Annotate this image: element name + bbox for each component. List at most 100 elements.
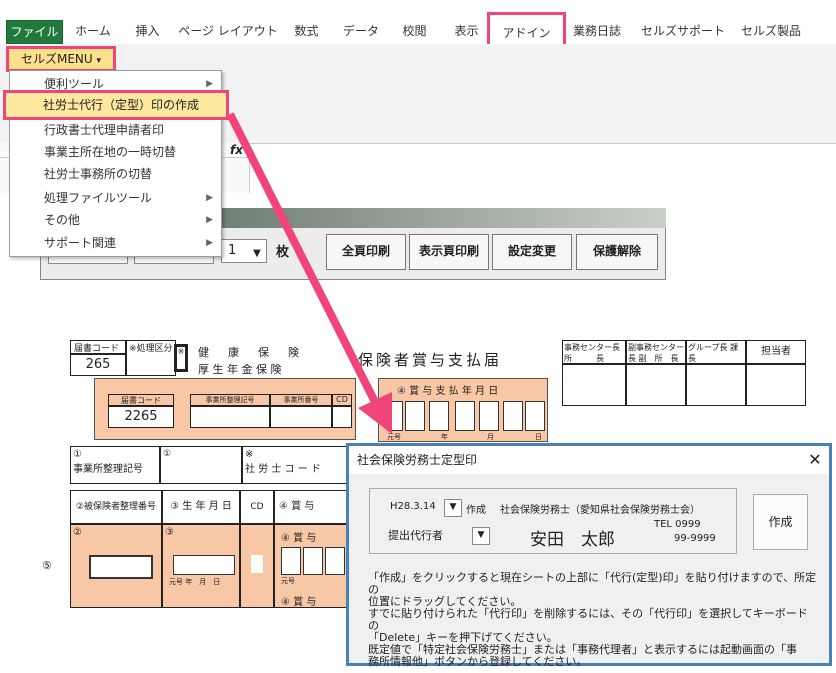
sr-code-cell: ※ 社 労 士 コ ー ド — [242, 446, 352, 484]
tab-cells-support[interactable]: セルズサポート — [636, 20, 730, 42]
tab-review[interactable]: 校閲 — [392, 20, 437, 42]
tab-page-layout[interactable]: ページ レイアウト — [178, 20, 278, 42]
birthdate-hint: 元号 年 月 日 — [169, 577, 220, 587]
menu-item-label: 事業主所在地の一時切替 — [44, 145, 177, 159]
agent-label: 提出代行者 — [388, 529, 443, 542]
menu-item-label: その他 — [44, 213, 81, 227]
ribbon-tab-bar: ファイル ホーム 挿入 ページ レイアウト 数式 データ 校閲 表示 アドイン … — [0, 0, 836, 56]
era-label: 元号 — [281, 577, 295, 585]
menu-item-gyosei[interactable]: 行政書士代理申請者印 — [10, 119, 221, 141]
menu-item-address-switch[interactable]: 事業主所在地の一時切替 — [10, 141, 221, 163]
cells-menu-button[interactable]: セルズMENU ▾ — [6, 46, 116, 72]
col-cd: CD — [240, 490, 274, 524]
agent-dropdown[interactable]: ▼ — [472, 527, 490, 545]
circle-3-icon: ③ — [165, 527, 174, 538]
date-dropdown[interactable]: ▼ — [444, 499, 462, 517]
stamp-cell — [562, 364, 626, 406]
ymd-label: 年 月 日 — [185, 578, 221, 586]
tel-1: TEL 0999 — [654, 519, 701, 530]
col-insured-number: ②被保険者整理番号 — [70, 490, 162, 524]
tab-view[interactable]: 表示 — [444, 20, 489, 42]
office-reg-input[interactable]: ① — [160, 446, 242, 484]
col-birthdate: ③ 生 年 月 日 — [162, 490, 240, 524]
date-value: H28.3.14 — [390, 501, 436, 512]
note-line: 務所情報他」ボタンから登録してください。 — [368, 655, 588, 668]
bonus-box[interactable] — [281, 547, 301, 575]
office-reg-cell: ① 事業所整理記号 — [70, 446, 160, 484]
arrow-icon — [226, 112, 392, 434]
era-label: 元号 — [169, 578, 183, 586]
stamp-header-vice: 副事務センター長 副 所 長 — [626, 340, 686, 364]
menu-item-highlight[interactable]: 社労士代行（定型）印の作成 — [3, 90, 229, 120]
header-code-label: 届書コード — [70, 340, 126, 354]
cd-cell — [240, 524, 274, 608]
tab-cells-products[interactable]: セルズ製品 — [735, 20, 807, 42]
close-icon[interactable]: ✕ — [802, 446, 828, 474]
tab-data[interactable]: データ — [336, 20, 386, 42]
circle-2-icon: ② — [73, 527, 82, 538]
office-reg-label: 事業所整理記号 — [73, 464, 143, 475]
code-value: 2265 — [108, 406, 174, 428]
print-page-button[interactable]: 表示頁印刷 — [409, 234, 489, 270]
tab-formulas[interactable]: 数式 — [284, 20, 329, 42]
birthdate-cell: ③ 元号 年 月 日 — [162, 524, 240, 608]
tab-home[interactable]: ホーム — [68, 20, 118, 42]
pay-date-box[interactable] — [479, 401, 499, 431]
tel-2: 99-9999 — [674, 533, 716, 544]
menu-item-other[interactable]: その他 ▶ — [10, 209, 221, 231]
stamp-preview-box: H28.3.14 ▼ 作成 社会保険労務士（愛知県社会保険労務士会） 提出代行者… — [369, 488, 737, 554]
pay-date-box[interactable] — [429, 401, 449, 431]
menu-item-label: 処理ファイルツール — [44, 191, 153, 205]
pay-date-label: ④ 賞 与 支 払 年 月 日 — [397, 386, 499, 397]
pay-date-box[interactable] — [405, 401, 425, 431]
stamp-header-center: 事務センター長 所 長 — [562, 340, 626, 364]
bonus-label-2: ④ 賞 与 — [281, 597, 317, 608]
tab-insert[interactable]: 挿入 — [125, 20, 170, 42]
month-label: 月 — [487, 433, 494, 441]
col-bonus: ④ 賞 与 — [274, 490, 350, 524]
stamp-cell — [746, 364, 806, 406]
chevron-right-icon: ▶ — [206, 215, 213, 225]
insured-number-input[interactable] — [89, 555, 153, 579]
made-label: 作成 — [466, 505, 486, 516]
menu-item-support[interactable]: サポート関連 ▶ — [10, 232, 221, 254]
stamp-header-group: グループ長 課 長 — [686, 340, 762, 364]
bonus-box[interactable] — [303, 547, 323, 575]
chevron-right-icon: ▶ — [206, 238, 213, 248]
note-line: すでに貼り付けられた「代行印」を削除するには、その「代行印」を選択してキーボード… — [368, 607, 808, 632]
unprotect-button[interactable]: 保護解除 — [576, 234, 658, 270]
dialog-notes: 「作成」をクリックすると現在シートの上部に「代行(定型)印」を貼り付けますので、… — [368, 572, 818, 668]
chevron-down-icon: ▾ — [96, 56, 102, 66]
insured-number-cell: ② — [70, 524, 162, 608]
birthdate-input[interactable] — [173, 555, 235, 575]
sr-code-label: 社 労 士 コ ー ド — [245, 464, 321, 475]
note-line: 「作成」をクリックすると現在シートの上部に「代行(定型)印」を貼り付けますので、… — [368, 571, 817, 596]
create-button[interactable]: 作成 — [753, 494, 808, 550]
bonus-cell: ④ 賞 与 元号 ④ 賞 与 — [274, 524, 350, 608]
bonus-label: ④ 賞 与 — [281, 533, 317, 544]
cd-input[interactable] — [251, 555, 263, 573]
cells-menu-label: セルズMENU — [20, 52, 93, 66]
menu-item-label: 行政書士代理申請者印 — [44, 123, 165, 137]
menu-item-label: 社労士代行（定型）印の作成 — [43, 98, 200, 112]
tab-file[interactable]: ファイル — [6, 20, 63, 44]
stamp-cell — [686, 364, 746, 406]
stamp-cell — [626, 364, 686, 406]
tab-work-diary[interactable]: 業務日誌 — [563, 20, 631, 42]
header-code-value: 265 — [70, 354, 126, 376]
menu-item-office-switch[interactable]: 社労士事務所の切替 — [10, 163, 221, 185]
chevron-down-icon: ▼ — [449, 502, 457, 512]
menu-item-file-tools[interactable]: 処理ファイルツール ▶ — [10, 187, 221, 209]
pay-date-box[interactable] — [455, 401, 475, 431]
chevron-right-icon: ▶ — [206, 193, 213, 203]
day-label: 日 — [535, 433, 542, 441]
pay-date-box[interactable] — [525, 401, 545, 431]
settings-button[interactable]: 設定変更 — [492, 234, 572, 270]
organization-text: 社会保険労務士（愛知県社会保険労務士会） — [500, 505, 700, 516]
pay-date-box[interactable] — [503, 401, 523, 431]
process-category-cell: ※処理区分 — [126, 340, 176, 376]
sr-name: 安田 太郎 — [530, 530, 615, 550]
menu-item-label: 便利ツール — [44, 77, 105, 91]
bonus-box[interactable] — [325, 547, 345, 575]
chevron-down-icon: ▼ — [477, 530, 485, 540]
